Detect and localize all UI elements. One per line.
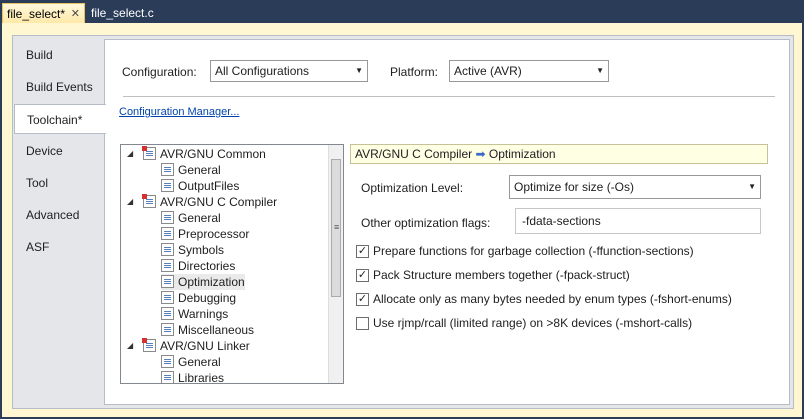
page-icon bbox=[161, 291, 174, 304]
tree-item-general[interactable]: General bbox=[161, 210, 221, 226]
tree-item-libraries[interactable]: Libraries bbox=[161, 370, 225, 384]
page-icon bbox=[161, 259, 174, 272]
chevron-down-icon: ▼ bbox=[748, 182, 756, 191]
checkbox-label: Pack Structure members together (-fpack-… bbox=[373, 268, 630, 282]
tree-item-miscellaneous[interactable]: Miscellaneous bbox=[161, 322, 254, 338]
checkbox-short-enums[interactable]: ✓ bbox=[356, 293, 369, 306]
page-icon bbox=[161, 163, 174, 176]
configuration-value: All Configurations bbox=[215, 64, 310, 78]
checkbox-label: Prepare functions for garbage collection… bbox=[373, 244, 694, 258]
tree-label: Warnings bbox=[178, 307, 229, 321]
tree-scrollbar[interactable]: ≡ bbox=[328, 145, 343, 383]
sidebar-item-advanced[interactable]: Advanced bbox=[14, 200, 104, 230]
toolchain-content: Configuration: All Configurations ▼ Plat… bbox=[104, 39, 790, 405]
tree-label: AVR/GNU C Compiler bbox=[160, 195, 278, 209]
platform-dropdown[interactable]: Active (AVR) ▼ bbox=[449, 60, 609, 82]
configuration-label: Configuration: bbox=[122, 65, 197, 79]
settings-tree: ◢ AVR/GNU Common General OutputFiles ◢ A… bbox=[120, 144, 344, 384]
tree-item-warnings[interactable]: Warnings bbox=[161, 306, 228, 322]
tree-label: AVR/GNU Common bbox=[160, 147, 266, 161]
properties-frame: Build Build Events Toolchain* Device Too… bbox=[12, 35, 794, 409]
optimization-level-label: Optimization Level: bbox=[361, 181, 464, 195]
page-icon bbox=[161, 179, 174, 192]
tree-item-outputfiles[interactable]: OutputFiles bbox=[161, 178, 239, 194]
tree-label: General bbox=[178, 211, 221, 225]
tree-item-directories[interactable]: Directories bbox=[161, 258, 235, 274]
tree-label: General bbox=[178, 355, 221, 369]
scrollbar-thumb[interactable]: ≡ bbox=[331, 159, 341, 297]
page-icon bbox=[161, 227, 174, 240]
tree-label: AVR/GNU Linker bbox=[160, 339, 250, 353]
tree-label: Libraries bbox=[178, 371, 225, 384]
checkbox-label: Use rjmp/rcall (limited range) on >8K de… bbox=[373, 316, 693, 330]
arrow-right-icon: ➡ bbox=[475, 147, 486, 161]
page-icon bbox=[161, 275, 174, 288]
tab-label: file_select* bbox=[7, 7, 66, 21]
tree-label: Debugging bbox=[178, 291, 237, 305]
optimization-level-dropdown[interactable]: Optimize for size (-Os) ▼ bbox=[509, 175, 761, 199]
sidebar-item-build[interactable]: Build bbox=[14, 40, 104, 70]
page-icon bbox=[161, 243, 174, 256]
tree-item-optimization[interactable]: Optimization bbox=[161, 274, 245, 290]
tab-label: file_select.c bbox=[91, 6, 154, 20]
tree-label: Optimization bbox=[178, 275, 245, 289]
page-icon bbox=[161, 355, 174, 368]
checkbox-function-sections[interactable]: ✓ bbox=[356, 245, 369, 258]
chevron-down-icon: ▼ bbox=[596, 66, 604, 75]
page-icon bbox=[161, 371, 174, 383]
section-header: AVR/GNU C Compiler ➡ Optimization bbox=[350, 144, 768, 164]
tree-label: Directories bbox=[178, 259, 236, 273]
sidebar: Build Build Events Toolchain* Device Too… bbox=[13, 36, 106, 408]
tree-label: Miscellaneous bbox=[178, 323, 255, 337]
tree-label: Symbols bbox=[178, 243, 225, 257]
tree-label: OutputFiles bbox=[178, 179, 240, 193]
sidebar-item-build-events[interactable]: Build Events bbox=[14, 72, 104, 102]
header-section: Optimization bbox=[488, 147, 556, 161]
expand-triangle-icon[interactable]: ◢ bbox=[127, 194, 133, 210]
header-compiler: AVR/GNU C Compiler bbox=[355, 147, 473, 161]
settings-icon bbox=[142, 146, 156, 160]
tab-file-select-c[interactable]: file_select.c bbox=[87, 3, 158, 23]
sidebar-item-device[interactable]: Device bbox=[14, 136, 104, 166]
grip-icon: ≡ bbox=[334, 222, 340, 232]
chevron-down-icon: ▼ bbox=[355, 66, 363, 75]
close-icon[interactable]: ✕ bbox=[71, 4, 80, 24]
optimization-level-value: Optimize for size (-Os) bbox=[514, 180, 635, 194]
expand-triangle-icon[interactable]: ◢ bbox=[127, 146, 133, 162]
sidebar-item-asf[interactable]: ASF bbox=[14, 232, 104, 262]
checkbox-label: Allocate only as many bytes needed by en… bbox=[373, 292, 732, 306]
tree-label: General bbox=[178, 163, 221, 177]
settings-icon bbox=[142, 338, 156, 352]
tab-file-select-project[interactable]: file_select* ✕ bbox=[2, 3, 85, 23]
page-icon bbox=[161, 323, 174, 336]
checkbox-pack-struct[interactable]: ✓ bbox=[356, 269, 369, 282]
expand-triangle-icon[interactable]: ◢ bbox=[127, 338, 133, 354]
other-flags-label: Other optimization flags: bbox=[361, 216, 491, 230]
settings-icon bbox=[142, 194, 156, 208]
platform-label: Platform: bbox=[390, 65, 439, 79]
page-icon bbox=[161, 211, 174, 224]
document-tab-bar: file_select* ✕ file_select.c bbox=[0, 0, 804, 24]
tree-label: Preprocessor bbox=[178, 227, 250, 241]
configuration-manager-link[interactable]: Configuration Manager... bbox=[119, 106, 239, 118]
tree-item-debugging[interactable]: Debugging bbox=[161, 290, 236, 306]
other-flags-input[interactable]: -fdata-sections bbox=[515, 208, 761, 234]
page-icon bbox=[161, 307, 174, 320]
tree-item-general[interactable]: General bbox=[161, 354, 221, 370]
tree-item-symbols[interactable]: Symbols bbox=[161, 242, 224, 258]
sidebar-item-tool[interactable]: Tool bbox=[14, 168, 104, 198]
checkbox-short-calls[interactable] bbox=[356, 317, 369, 330]
sidebar-item-toolchain[interactable]: Toolchain* bbox=[14, 104, 106, 134]
divider bbox=[123, 96, 775, 97]
platform-value: Active (AVR) bbox=[454, 64, 522, 78]
configuration-dropdown[interactable]: All Configurations ▼ bbox=[210, 60, 368, 82]
tree-item-general[interactable]: General bbox=[161, 162, 221, 178]
other-flags-value: -fdata-sections bbox=[522, 214, 601, 228]
project-properties-area: Build Build Events Toolchain* Device Too… bbox=[2, 23, 802, 417]
tree-item-preprocessor[interactable]: Preprocessor bbox=[161, 226, 249, 242]
